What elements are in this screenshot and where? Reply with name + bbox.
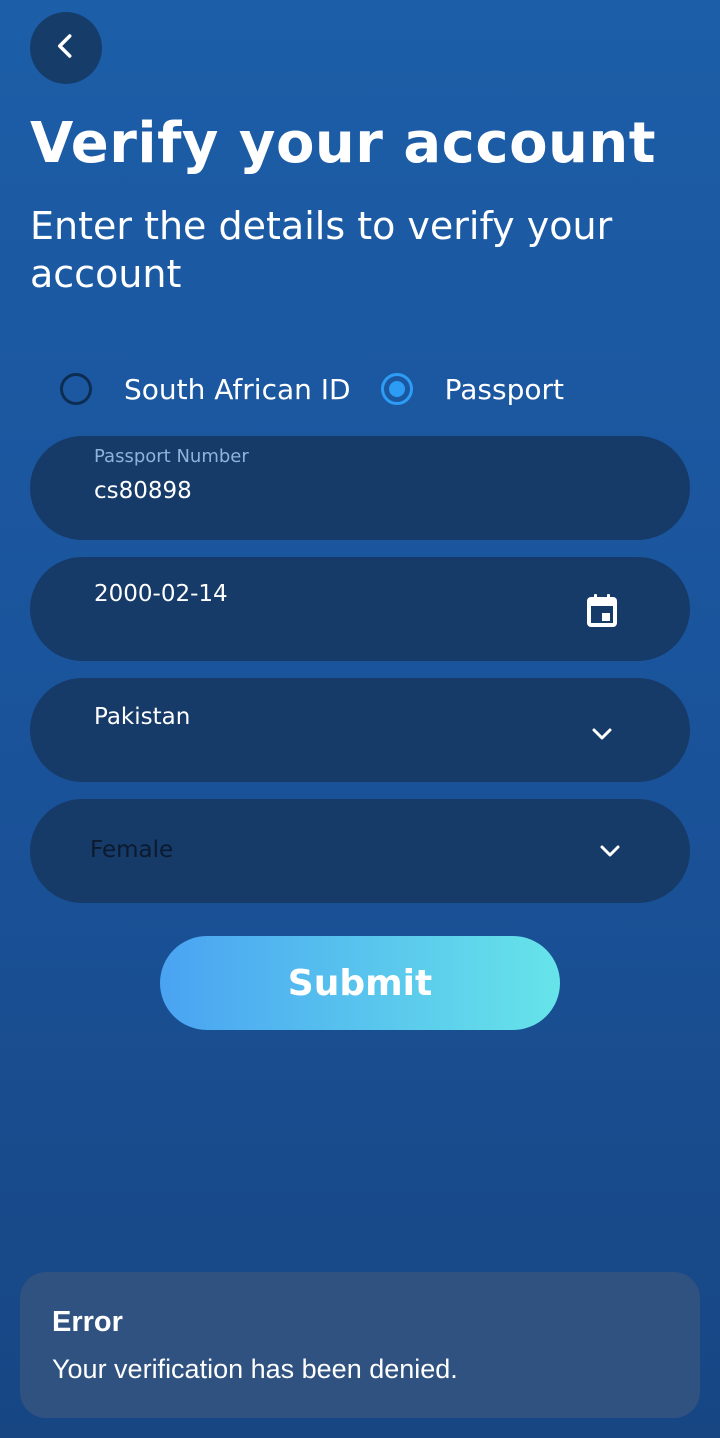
toast-title: Error — [52, 1306, 123, 1338]
back-button[interactable] — [30, 12, 102, 84]
date-of-birth-field[interactable]: 2000-02-14 — [30, 557, 690, 661]
chevron-left-icon — [51, 31, 81, 65]
id-type-radio-group: South African ID Passport — [60, 366, 564, 412]
radio-button-selected[interactable] — [380, 373, 413, 405]
toast-message: Your verification has been denied. — [52, 1354, 458, 1384]
radio-button-unselected[interactable] — [60, 373, 92, 405]
radio-passport[interactable]: Passport — [380, 372, 564, 406]
page-subtitle: Enter the details to verify your account — [30, 204, 613, 296]
chevron-down-icon[interactable] — [588, 720, 616, 748]
passport-number-value[interactable]: cs80898 — [94, 478, 192, 504]
chevron-down-icon[interactable] — [596, 837, 624, 865]
radio-selected-dot — [388, 381, 405, 397]
passport-number-label: Passport Number — [94, 446, 249, 467]
calendar-icon[interactable] — [584, 593, 620, 629]
submit-button[interactable]: Submit — [160, 936, 560, 1030]
passport-number-field[interactable]: Passport Number cs80898 — [30, 436, 690, 540]
date-of-birth-value[interactable]: 2000-02-14 — [94, 581, 228, 607]
radio-label-south-african-id: South African ID — [124, 372, 351, 406]
country-value: Pakistan — [94, 704, 191, 730]
radio-label-passport: Passport — [444, 372, 564, 406]
page-title: Verify your account — [30, 111, 657, 176]
country-select[interactable]: Pakistan — [30, 678, 690, 782]
radio-south-african-id[interactable]: South African ID — [60, 373, 381, 406]
gender-value: Female — [90, 837, 174, 863]
error-toast: Error Your verification has been denied. — [20, 1272, 700, 1418]
gender-select[interactable]: Female — [30, 799, 690, 903]
